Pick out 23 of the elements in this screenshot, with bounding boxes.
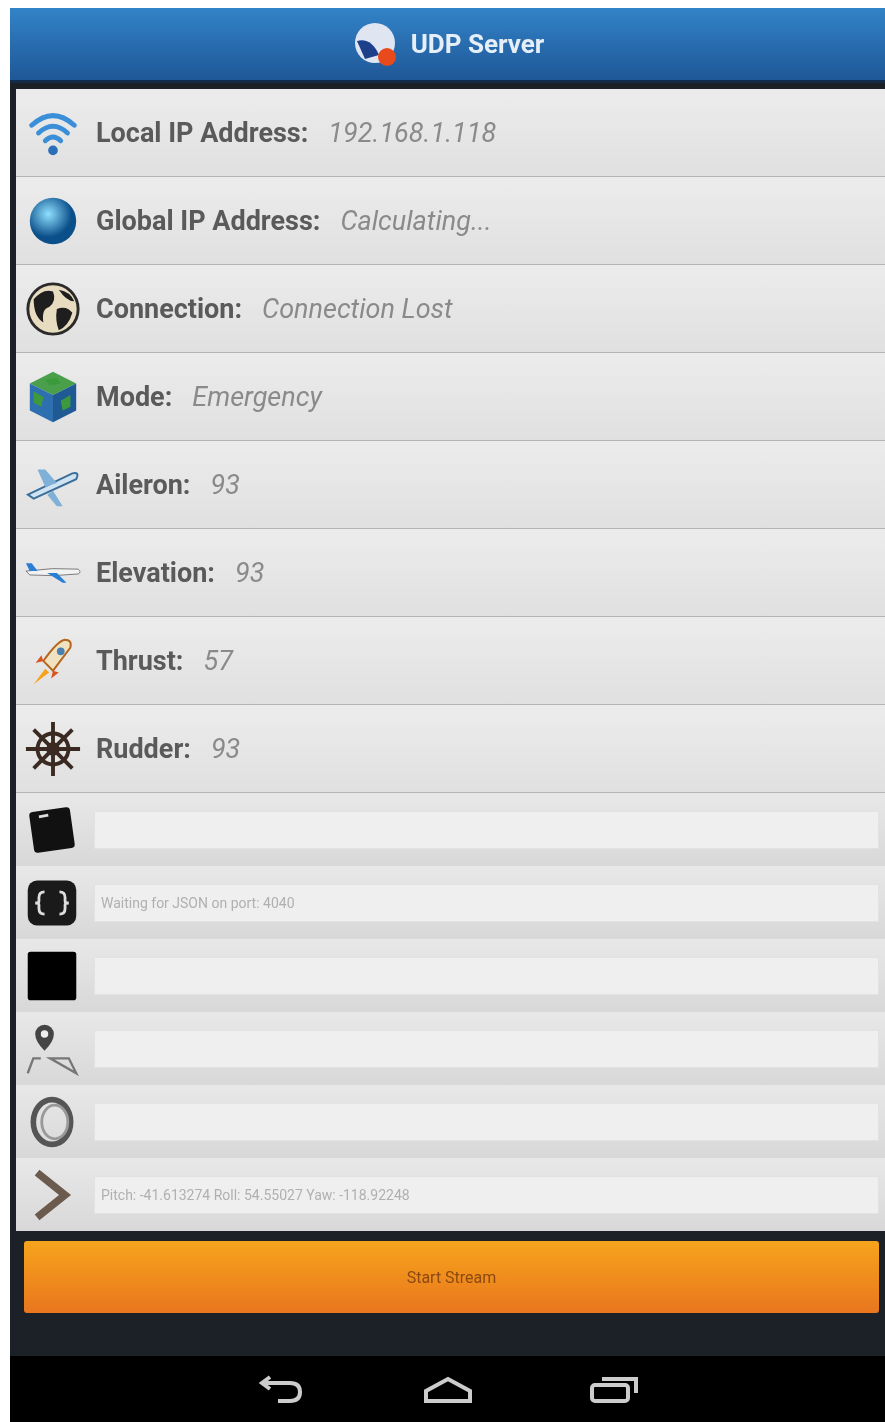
row-label: Rudder: <box>96 732 191 765</box>
ship-wheel-icon <box>24 719 82 778</box>
row-value: 192.168.1.118 <box>328 116 497 149</box>
row-value: Connection Lost <box>262 292 453 325</box>
row-value: 57 <box>203 644 233 677</box>
row-label: Mode: <box>96 380 173 413</box>
row-value: 93 <box>210 732 241 765</box>
row-label: Thrust: <box>96 644 184 677</box>
start-stream-button[interactable]: Start Stream <box>24 1241 879 1313</box>
row-label: Global IP Address: <box>96 204 321 237</box>
row-value: Emergency <box>192 380 322 413</box>
text-field[interactable]: Waiting for JSON on port: 4040 <box>94 883 879 922</box>
airliner-icon <box>24 560 82 585</box>
row-value: 93 <box>210 468 240 501</box>
row-label: Elevation: <box>96 556 215 589</box>
text-field[interactable]: Pitch: -41.613274 Roll: 54.55027 Yaw: -118.92248 <box>94 1175 879 1214</box>
row-value: 93 <box>234 556 265 589</box>
app-title: UDP Server <box>410 29 545 59</box>
row-label: Local IP Address: <box>96 116 309 149</box>
row-value: Calculating... <box>340 204 492 237</box>
row-label: Connection: <box>96 292 243 325</box>
globe-icon <box>24 279 82 338</box>
row-label: Aileron: <box>96 468 191 501</box>
